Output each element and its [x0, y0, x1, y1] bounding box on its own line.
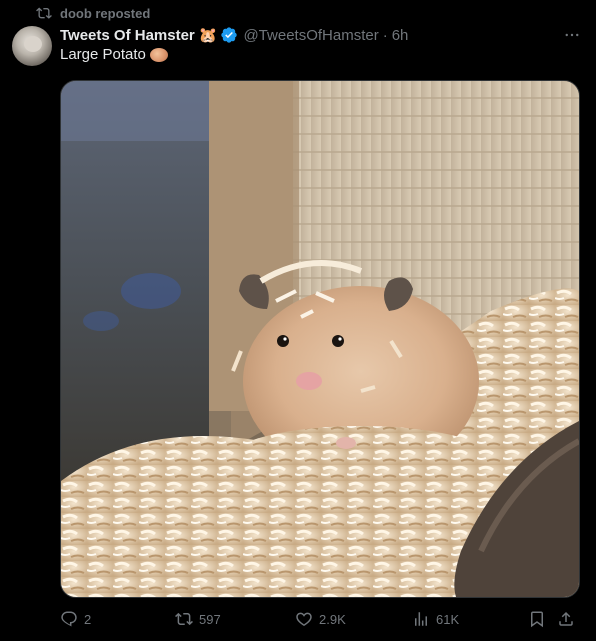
- share-button[interactable]: [557, 610, 575, 628]
- avatar[interactable]: [12, 26, 52, 66]
- tweet-actions: 2 597 2.9K 61K: [60, 606, 584, 632]
- heart-icon: [296, 612, 312, 626]
- reply-icon: [61, 611, 77, 627]
- hamster-emoji: 🐹: [198, 27, 218, 44]
- timestamp[interactable]: 6h: [392, 27, 409, 44]
- tweet-image[interactable]: [60, 80, 580, 598]
- more-dots-icon: [565, 33, 579, 37]
- repost-button[interactable]: 597: [175, 610, 221, 628]
- like-button[interactable]: 2.9K: [295, 610, 346, 628]
- views-button[interactable]: 61K: [412, 610, 459, 628]
- repost-indicator[interactable]: doob reposted: [36, 4, 150, 22]
- tweet-text: Large Potato: [60, 46, 168, 63]
- retweet-icon: [175, 612, 193, 626]
- views-count: 61K: [436, 611, 460, 627]
- reply-button[interactable]: 2: [60, 610, 91, 628]
- tweet-body: Large Potato: [60, 46, 146, 63]
- reply-count: 2: [84, 611, 92, 627]
- bookmark-button[interactable]: [528, 610, 546, 628]
- handle[interactable]: @TweetsOfHamster: [243, 27, 378, 44]
- repost-icon: [36, 7, 52, 19]
- separator-dot: ·: [382, 26, 388, 44]
- views-chart-icon: [415, 612, 427, 626]
- display-name[interactable]: Tweets Of Hamster: [60, 27, 195, 44]
- like-count: 2.9K: [319, 611, 346, 627]
- repost-count: 597: [199, 611, 221, 627]
- potato-icon: [149, 47, 168, 62]
- bookmark-icon: [531, 611, 543, 628]
- share-icon: [559, 611, 573, 626]
- hamster-photo: [61, 81, 579, 597]
- verified-badge-icon[interactable]: [220, 26, 238, 44]
- tweet-header: Tweets Of Hamster 🐹 @TweetsOfHamster · 6…: [60, 25, 584, 45]
- more-options-button[interactable]: [562, 25, 582, 45]
- repost-text: doob reposted: [60, 5, 151, 21]
